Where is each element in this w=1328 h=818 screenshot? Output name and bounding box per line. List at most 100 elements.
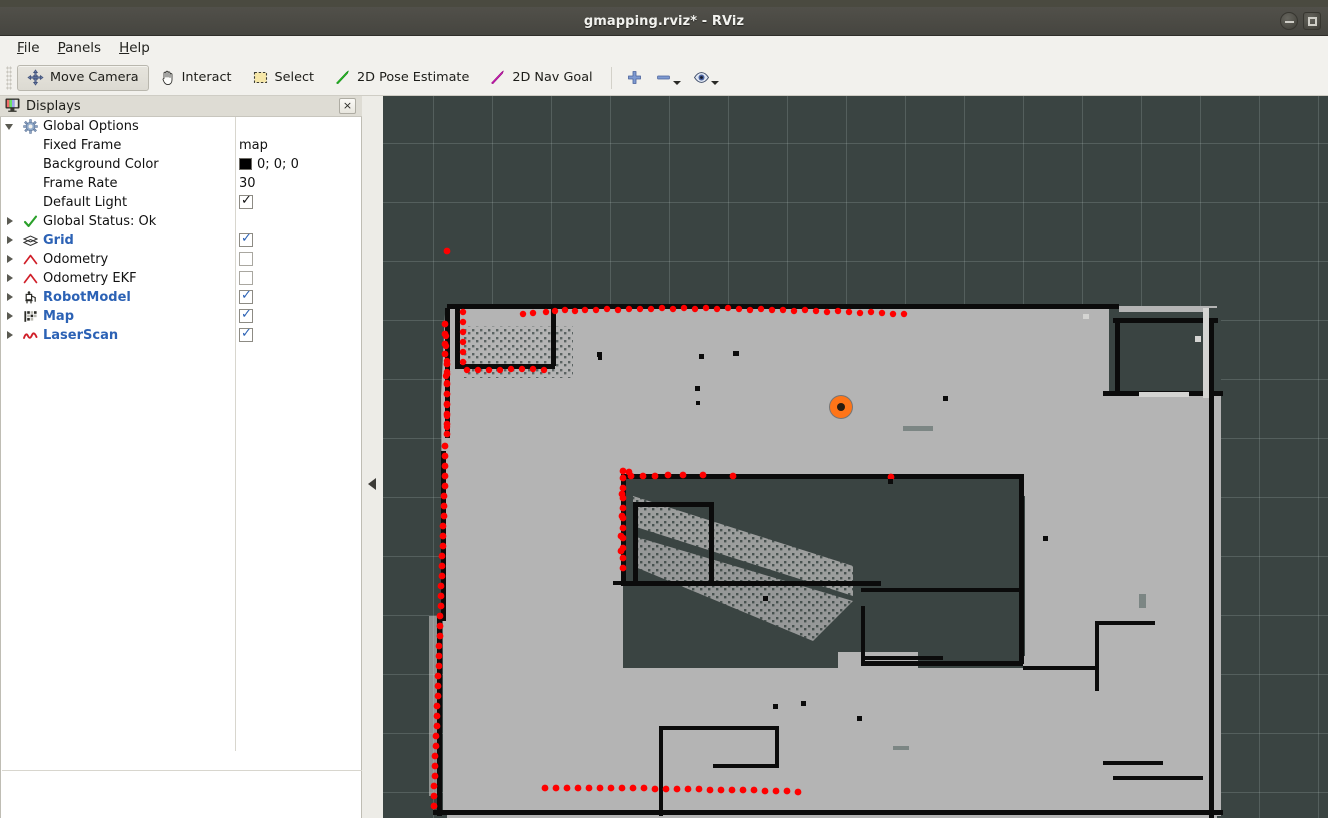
robot-model-marker [830, 396, 852, 418]
tree-row-grid[interactable]: Grid [1, 231, 361, 250]
add-tool-icon [626, 69, 643, 86]
checkbox-default-light[interactable] [239, 193, 253, 209]
desktop-top-strip [0, 0, 1328, 7]
tree-value-fixed-frame[interactable]: map [239, 138, 268, 153]
displays-panel: Displays × Global Options Fixed Frame ma… [0, 96, 362, 818]
tree-value-frame-rate[interactable]: 30 [239, 176, 256, 191]
robot-icon [23, 290, 38, 305]
tree-row-laserscan[interactable]: LaserScan [1, 326, 361, 345]
panel-collapse-handle[interactable] [362, 96, 383, 818]
checkbox-map[interactable] [239, 307, 253, 323]
checkbox-odometry-ekf[interactable] [239, 271, 253, 285]
tool-2d-nav-goal-label: 2D Nav Goal [512, 70, 593, 85]
tree-row-background-color[interactable]: Background Color 0; 0; 0 [1, 155, 361, 174]
3d-render-view[interactable] [383, 96, 1328, 818]
tool-add-display[interactable] [620, 65, 649, 91]
move-camera-icon [27, 69, 44, 86]
pose-estimate-arrow-icon [334, 69, 351, 86]
window-titlebar: gmapping.rviz* - RViz [0, 7, 1328, 36]
menu-panels[interactable]: Panels [49, 38, 110, 58]
chevron-left-icon[interactable] [368, 478, 376, 490]
tree-label-frame-rate: Frame Rate [43, 176, 118, 191]
tree-label-robotmodel: RobotModel [43, 290, 131, 305]
tree-row-odometry[interactable]: Odometry [1, 250, 361, 269]
tree-row-robotmodel[interactable]: RobotModel [1, 288, 361, 307]
minimize-button[interactable] [1280, 12, 1298, 30]
odometry-icon [23, 271, 38, 286]
expand-arrow-icon[interactable] [7, 293, 13, 301]
rviz-window: gmapping.rviz* - RViz File Panels Help M… [0, 0, 1328, 818]
tree-label-fixed-frame: Fixed Frame [43, 138, 122, 153]
expand-arrow-icon[interactable] [7, 217, 13, 225]
displays-monitor-icon [5, 97, 20, 116]
tool-2d-pose-estimate[interactable]: 2D Pose Estimate [324, 65, 479, 91]
tool-2d-pose-estimate-label: 2D Pose Estimate [357, 70, 470, 85]
maximize-button[interactable] [1303, 12, 1321, 30]
tree-label-odometry-ekf: Odometry EKF [43, 271, 137, 286]
displays-panel-header: Displays × [0, 96, 362, 117]
expand-arrow-icon[interactable] [7, 236, 13, 244]
tree-label-laserscan: LaserScan [43, 328, 119, 343]
close-icon[interactable]: × [339, 98, 356, 114]
tree-label-background-color: Background Color [43, 157, 159, 172]
window-title: gmapping.rviz* - RViz [583, 14, 745, 29]
gear-icon [23, 119, 38, 134]
interact-hand-icon [159, 69, 176, 86]
tree-row-map[interactable]: Map [1, 307, 361, 326]
tool-remove-display[interactable] [649, 65, 687, 91]
select-marquee-icon [252, 69, 269, 86]
tree-label-map: Map [43, 309, 75, 324]
grid-icon [22, 233, 39, 248]
checkbox-laserscan[interactable] [239, 326, 253, 342]
visibility-chevron-down-icon[interactable] [710, 81, 719, 85]
map-icon [23, 309, 38, 324]
tree-row-global-options[interactable]: Global Options [1, 117, 361, 136]
expand-arrow-icon[interactable] [5, 124, 13, 130]
checkbox-odometry[interactable] [239, 252, 253, 266]
odometry-icon [23, 252, 38, 267]
occupancy-map [429, 247, 1223, 818]
tree-label-grid: Grid [43, 233, 74, 248]
nav-goal-arrow-icon [489, 69, 506, 86]
expand-arrow-icon[interactable] [7, 312, 13, 320]
tree-label-odometry: Odometry [43, 252, 109, 267]
menu-file[interactable]: File [8, 38, 49, 58]
tool-select-label: Select [274, 70, 315, 85]
remove-tool-icon [655, 69, 672, 86]
tool-move-camera-label: Move Camera [50, 70, 139, 85]
visibility-eye-icon [693, 69, 710, 86]
expand-arrow-icon[interactable] [7, 255, 13, 263]
color-swatch[interactable] [239, 158, 252, 170]
window-controls [1280, 12, 1321, 30]
remove-tool-chevron-down-icon[interactable] [672, 81, 681, 85]
checkbox-robotmodel[interactable] [239, 288, 253, 304]
tree-label-default-light: Default Light [43, 195, 128, 210]
expand-arrow-icon[interactable] [7, 331, 13, 339]
tool-interact-label: Interact [181, 70, 232, 85]
displays-tree[interactable]: Global Options Fixed Frame map Backgroun… [0, 117, 362, 818]
toolbar: Move Camera Interact Select 2D Pose Esti… [0, 60, 1328, 96]
checkmark-icon [23, 214, 38, 229]
laserscan-icon [23, 328, 38, 343]
toolbar-separator [610, 66, 612, 89]
tree-row-odometry-ekf[interactable]: Odometry EKF [1, 269, 361, 288]
checkbox-grid[interactable] [239, 231, 253, 247]
tree-row-frame-rate[interactable]: Frame Rate 30 [1, 174, 361, 193]
displays-panel-title: Displays [26, 98, 81, 114]
expand-arrow-icon[interactable] [7, 274, 13, 282]
tree-label-global-status: Global Status: Ok [43, 214, 157, 229]
tool-move-camera[interactable]: Move Camera [17, 64, 149, 91]
tree-value-background-color[interactable]: 0; 0; 0 [257, 157, 299, 172]
menu-help[interactable]: Help [110, 38, 159, 58]
tool-2d-nav-goal[interactable]: 2D Nav Goal [479, 65, 602, 91]
menubar: File Panels Help [0, 36, 1328, 60]
tree-row-global-status[interactable]: Global Status: Ok [1, 212, 361, 231]
toolbar-grip[interactable] [6, 65, 12, 90]
tree-row-fixed-frame[interactable]: Fixed Frame map [1, 136, 361, 155]
tool-visibility[interactable] [687, 65, 725, 91]
tree-label-global-options: Global Options [43, 119, 139, 134]
tool-interact[interactable]: Interact [149, 65, 242, 91]
tool-select[interactable]: Select [242, 65, 324, 91]
tree-row-default-light[interactable]: Default Light [1, 193, 361, 212]
tree-horizontal-split [2, 770, 362, 771]
